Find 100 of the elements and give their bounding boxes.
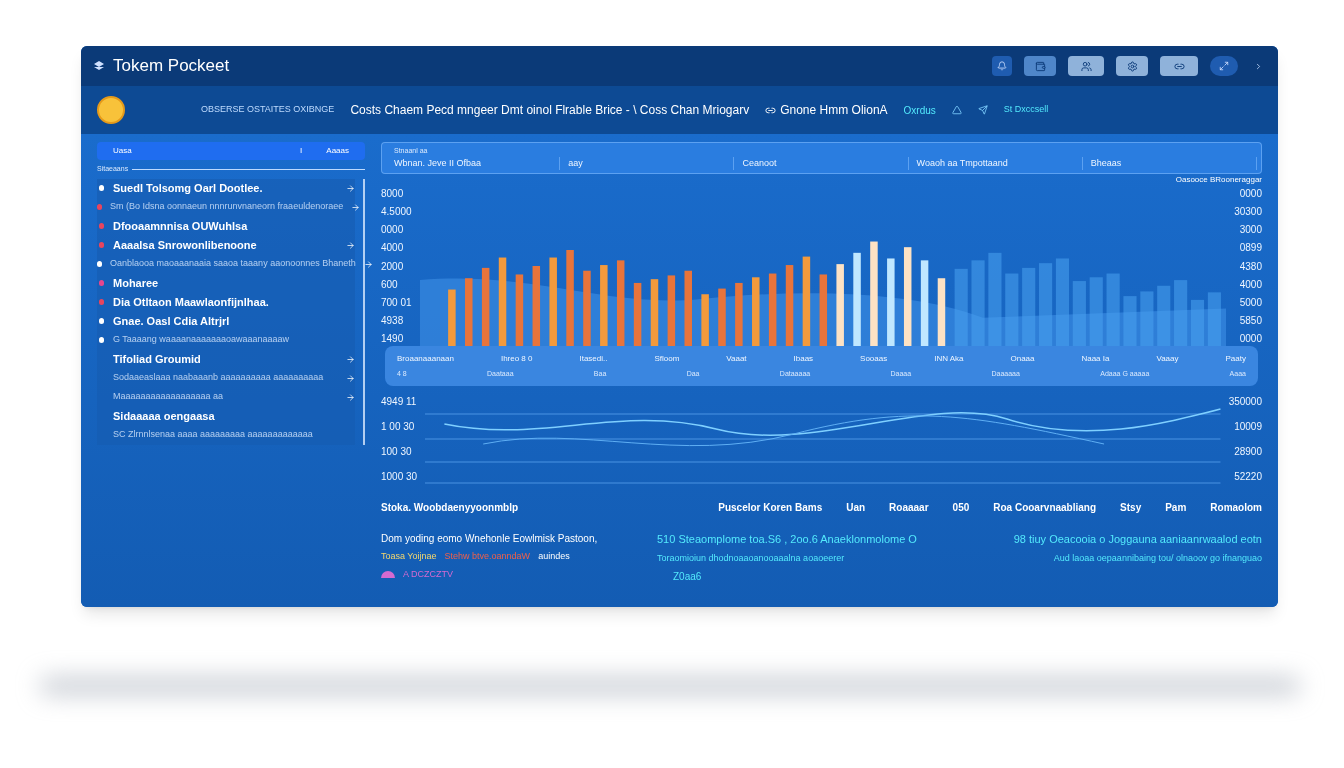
sidebar-item[interactable]: Dia Otltaon Maawlaonfijnlhaa.	[97, 292, 355, 312]
triangle-icon	[951, 105, 962, 115]
sidebar-item[interactable]: Tifoliad Groumid	[97, 349, 355, 369]
bell-icon	[997, 61, 1007, 71]
filter-field[interactable]: Woaoh aa Tmpottaand	[908, 156, 1083, 170]
axis-tick: 52220	[1234, 470, 1262, 484]
sidebar-item[interactable]: Maaaaaaaaaaaaaaaaaa aa	[97, 387, 355, 407]
account-label: St Dxccsell	[1003, 103, 1049, 117]
legend-label: Broaanaaanaan	[397, 352, 454, 365]
chart-bar	[734, 282, 743, 346]
axis-tick: 4000	[381, 241, 404, 256]
axis-tick: 1490	[381, 332, 404, 346]
window-title: Tokem Pockeet	[113, 55, 230, 78]
sidebar-item[interactable]: G Taaaang waaaanaaaaaaaoawaaanaaaaw	[97, 330, 355, 350]
axis-tick: 4.5000	[381, 205, 412, 220]
sidebar-item[interactable]: Sodaaeaslaaa naabaaanb aaaaaaaaaa aaaaaaaaaa	[97, 368, 355, 388]
legend-label: INN Aka	[934, 352, 964, 365]
filter-field[interactable]: Bheaas	[1082, 156, 1257, 170]
item-text: Sm (Bo Idsna oonnaeun nnnrunvnaneorn fraaeuldenoraee	[110, 200, 344, 214]
sidebar-item[interactable]: Sidaaaaa oengaasa	[97, 406, 355, 426]
sidebar-item[interactable]: SC Zlrnnlsenaa aaaa aaaaaaaaa aaaaaaaaaaaaa	[97, 425, 355, 445]
legend-label: Ihreo 8 0	[500, 352, 533, 365]
settings-icon	[1126, 60, 1138, 72]
legend-label: Sfloom	[654, 352, 680, 365]
axis-tick: 100 30	[381, 445, 412, 459]
chart-bar	[1156, 285, 1170, 346]
item-text: Dfooaamnnisa OUWuhlsa	[113, 218, 248, 234]
axis-tick: 8000	[381, 187, 404, 201]
chart-bar	[1123, 296, 1137, 346]
sidebar-item[interactable]: Moharee	[97, 273, 355, 293]
summary-line: Dom yoding eomo Wnehonle Eowlmisk Pastoon,	[381, 532, 599, 546]
column-header: Puscelor Koren Bams	[718, 501, 823, 515]
item-text: Tifoliad Groumid	[113, 351, 201, 367]
expand-icon	[1219, 61, 1229, 71]
column-header: Romaolom	[1210, 501, 1262, 515]
emoji-icon	[97, 96, 125, 124]
toolbar-button[interactable]	[1160, 56, 1198, 76]
column-header: 050	[952, 501, 970, 515]
filter-field[interactable]: aay	[560, 156, 735, 170]
legend-label: Itasedi..	[579, 352, 608, 365]
toolbar-button[interactable]	[1068, 56, 1104, 76]
toolbar-button[interactable]	[1210, 56, 1238, 76]
axis-tick: 1000 30	[381, 470, 418, 484]
axis-tick: 4380	[1239, 259, 1262, 274]
chart-legend: Oasooce BRooneraggar	[1175, 174, 1262, 186]
filter-field[interactable]: Wbnan. Jeve II Ofbaa	[386, 156, 561, 170]
sidebar-item[interactable]: Gnae. Oasl Cdia Altrjrl	[97, 311, 355, 331]
axis-tick: 30300	[1234, 205, 1262, 220]
axis-tick: 10009	[1234, 420, 1262, 434]
send-icon	[977, 105, 988, 115]
item-text: SC Zlrnnlsenaa aaaa aaaaaaaaa aaaaaaaaaaaaa	[113, 428, 313, 442]
chart-bar	[1089, 277, 1103, 346]
summary-text: auindes	[538, 550, 570, 563]
column-header: Roa Cooarvnaabliang	[993, 501, 1097, 515]
axis-tick: 4949 11	[381, 395, 417, 409]
axis-tick: 28900	[1234, 445, 1262, 459]
wallet-icon	[1034, 60, 1046, 72]
nav-status: Oxrdus	[903, 103, 936, 118]
sidebar-item[interactable]: Dfooaamnnisa OUWuhlsa	[97, 216, 355, 236]
summary-line: Toraomioiun dhodnoaaoanooaaalna aoaoeerer	[657, 551, 846, 565]
toolbar-button[interactable]	[1024, 56, 1056, 76]
toolbar-button[interactable]	[1116, 56, 1148, 76]
legend-label: Naaa Ia	[1081, 352, 1110, 365]
axis-tick: 600	[381, 277, 398, 292]
legend-label: Ibaas	[793, 352, 814, 365]
header-action: Aaaas	[326, 145, 349, 157]
item-text: Maaaaaaaaaaaaaaaaaa aa	[113, 390, 224, 404]
axis-tick: 700 01	[381, 295, 412, 310]
tag-icon	[381, 570, 395, 578]
axis-tick: 3000	[1239, 223, 1262, 238]
toolbar-button[interactable]	[992, 56, 1012, 76]
item-text: Suedl Tolsomg Oarl Dootlee.	[113, 180, 263, 196]
axis-tick: 2000	[381, 259, 404, 274]
chart-bar	[667, 275, 675, 346]
column-header: Uan	[846, 501, 866, 515]
legend-label: Onaaa	[1010, 352, 1035, 365]
sidebar-item[interactable]: Suedl Tolsomg Oarl Dootlee.	[97, 178, 355, 198]
item-text: Oanblaooa maoaaanaaia saaoa taaany aaonoonnes Bhaneth	[110, 257, 356, 271]
sidebar-item[interactable]: Aaaalsa Snrowonlibenoone	[97, 235, 355, 255]
chart-bar	[937, 278, 945, 346]
legend-label: Vaaat	[726, 352, 747, 365]
axis-tick: 0000	[381, 223, 404, 238]
filter-field[interactable]: Ceanoot	[734, 156, 909, 170]
item-text: G Taaaang waaaanaaaaaaaoawaaanaaaaw	[113, 333, 289, 347]
chart-bar	[633, 282, 641, 346]
summary-line: 510 Steaomplome toa.S6 , 2oo.6 Anaeklonmolome O	[657, 532, 918, 547]
axis-tick: 5850	[1239, 313, 1262, 328]
legend-label: Paaty	[1225, 352, 1246, 365]
column-header: Stoka. Woobdaenyyoonmblp	[381, 501, 519, 515]
header-label: Uasa	[113, 145, 132, 157]
legend-label: Vaaay	[1156, 352, 1179, 365]
chart-bar	[819, 274, 827, 346]
axis-tick: 4938	[381, 313, 404, 328]
nav-link[interactable]: Gnone Hmm OlionA	[765, 101, 888, 119]
summary-line: 98 tiuy Oeacooia o Joggauna aaniaanrwaalod eotn	[1013, 532, 1262, 547]
chart-bar	[1072, 281, 1086, 346]
chart-bar	[515, 274, 523, 346]
axis-tick: 0899	[1239, 241, 1262, 256]
column-header: Stsy	[1120, 501, 1142, 515]
axis-tick: 350000	[1228, 395, 1262, 409]
